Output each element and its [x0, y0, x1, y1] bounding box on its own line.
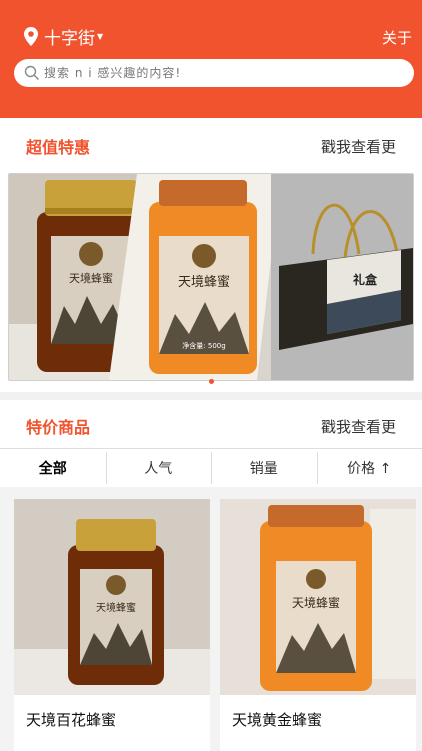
svg-text:礼盒: 礼盒: [353, 272, 378, 287]
product-grid: 天境蜂蜜 天境百花蜂蜜 天境蜂蜜 天境黄金蜂蜜: [0, 487, 422, 750]
sort-tabs: 全部 人气 销量 价格 ↑: [0, 448, 422, 488]
tab-all[interactable]: 全部: [0, 449, 106, 487]
tab-popular[interactable]: 人气: [106, 449, 212, 487]
specials-title: 特价商品: [26, 414, 90, 438]
banner-image: 天境蜂蜜 天境蜂蜜 净含量: 500g 礼盒: [9, 174, 413, 380]
product-card[interactable]: 天境蜂蜜 天境百花蜂蜜: [14, 499, 210, 751]
carousel-indicator[interactable]: [209, 379, 214, 384]
city-label: 十字街: [44, 24, 95, 49]
search-bar[interactable]: [14, 59, 414, 87]
product-name: 天境黄金蜂蜜: [232, 709, 322, 730]
svg-text:天境蜂蜜: 天境蜂蜜: [96, 601, 136, 614]
promo-banner[interactable]: 天境蜂蜜 天境蜂蜜 净含量: 500g 礼盒: [8, 173, 414, 381]
product-card[interactable]: 天境蜂蜜 天境黄金蜂蜜: [220, 499, 416, 751]
svg-text:天境蜂蜜: 天境蜂蜜: [69, 271, 113, 285]
chevron-down-icon: ▼: [97, 32, 103, 41]
specials-more-link[interactable]: 戳我查看更: [321, 416, 396, 437]
product-image: 天境蜂蜜: [220, 499, 416, 695]
about-link[interactable]: 关于: [382, 27, 412, 48]
location-pin-icon: [24, 27, 38, 46]
search-icon: [24, 65, 40, 81]
specials-section: 特价商品 戳我查看更 全部 人气 销量 价格 ↑ 天境蜂蜜 天境百花蜂蜜: [0, 400, 422, 750]
specials-header: 特价商品 戳我查看更: [0, 400, 422, 452]
search-input[interactable]: [44, 66, 384, 80]
deals-title: 超值特惠: [26, 134, 90, 158]
deals-section: 超值特惠 戳我查看更 天境蜂蜜 天境蜂蜜 净含量: 500g: [0, 118, 422, 392]
deals-header: 超值特惠 戳我查看更: [0, 120, 422, 172]
product-name: 天境百花蜂蜜: [26, 709, 116, 730]
product-image: 天境蜂蜜: [14, 499, 210, 695]
svg-text:天境蜂蜜: 天境蜂蜜: [292, 595, 340, 610]
tab-sales[interactable]: 销量: [211, 449, 317, 487]
tab-price[interactable]: 价格 ↑: [317, 449, 422, 487]
location-selector[interactable]: 十字街 ▼: [24, 24, 103, 49]
deals-more-link[interactable]: 戳我查看更: [321, 136, 396, 157]
svg-text:净含量: 500g: 净含量: 500g: [182, 341, 225, 350]
svg-text:天境蜂蜜: 天境蜂蜜: [178, 275, 230, 290]
app-header: 十字街 ▼ 关于: [0, 0, 422, 118]
